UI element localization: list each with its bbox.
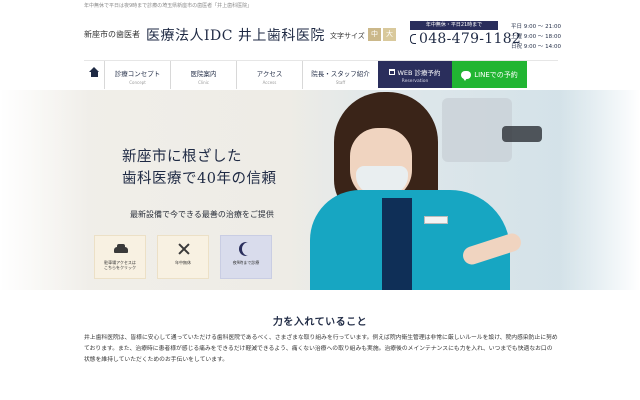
- phone-number-link[interactable]: 048-479-1182: [410, 31, 521, 47]
- photo-scrub-dark: [382, 198, 412, 290]
- top-info-bar: 年中無休で平日は夜9時まで診療の埼玉県新座市の歯医者「井上歯科医院」: [84, 3, 253, 9]
- nav-home[interactable]: [84, 61, 104, 89]
- nav-sublabel: Clinic: [198, 80, 209, 85]
- home-icon: [88, 67, 99, 79]
- feature-night-hours: 夜9時まで診療: [220, 235, 272, 279]
- nav-sublabel: Staff: [335, 80, 346, 85]
- moon-icon: [242, 242, 256, 256]
- nav-sublabel: Concept: [129, 80, 146, 85]
- hero-fade-left: [0, 90, 90, 290]
- hero-fade-right: [560, 90, 640, 290]
- clinic-logo-name[interactable]: 医療法人IDC 井上歯科医院: [146, 25, 325, 45]
- nav-item-clinic[interactable]: 医院案内 Clinic: [170, 61, 236, 89]
- calendar-icon: [389, 69, 396, 75]
- line-reservation-label: LINEでの予約: [474, 70, 518, 79]
- line-reservation-button[interactable]: LINEでの予約: [452, 61, 527, 88]
- nav-item-access[interactable]: アクセス Access: [236, 61, 302, 89]
- feature-open-all-year: 年中無休: [157, 235, 209, 279]
- phone-number: 048-479-1182: [419, 31, 522, 47]
- hours-weekday: 平日 9:00 ～ 21:00: [511, 24, 561, 30]
- font-size-medium-button[interactable]: 中: [368, 28, 381, 41]
- photo-namecard: [424, 216, 448, 224]
- feature-label: 夜9時まで診療: [232, 260, 260, 265]
- phone-icon: [410, 34, 416, 44]
- nav-label: 院長・スタッフ紹介: [311, 70, 370, 78]
- feature-label: こちらをクリック: [104, 265, 136, 270]
- section-title: 力を入れていること: [272, 317, 368, 328]
- hero-headline: 新座市に根ざした 歯科医療で40年の信頼: [122, 146, 276, 190]
- font-size-large-button[interactable]: 大: [383, 28, 396, 41]
- hours-holiday: 日祝 9:00 ～ 14:00: [511, 44, 561, 50]
- web-reservation-label-wrap: WEB 診療予約: [389, 67, 441, 77]
- section-body: 井上歯科医院は、皆様に安心して通っていただける歯科医院であるべく、さまざまな取り…: [84, 335, 558, 363]
- nav-label: アクセス: [256, 70, 283, 78]
- nav-item-staff[interactable]: 院長・スタッフ紹介 Staff: [302, 61, 378, 89]
- header-tagline: 新座市の歯医者: [84, 30, 140, 39]
- no-holiday-icon: [177, 242, 191, 256]
- feature-label: 年中無休: [175, 260, 191, 265]
- site-header: 新座市の歯医者 医療法人IDC 井上歯科医院 文字サイズ 中 大 年中無休・平日…: [0, 12, 640, 62]
- nav-sublabel: Access: [262, 80, 277, 85]
- car-icon: [114, 244, 128, 253]
- feature-parking-access[interactable]: 駐車場アクセスは こちらをクリック: [94, 235, 146, 279]
- web-reservation-label: WEB 診療予約: [397, 69, 441, 77]
- hours-badge: 年中無休・平日21時まで: [410, 21, 498, 30]
- hero-subheadline: 最新設備で今できる最善の治療をご提供: [130, 210, 274, 219]
- web-reservation-sublabel: Reservation: [401, 79, 429, 84]
- hero-banner: 新座市に根ざした 歯科医療で40年の信頼 最新設備で今できる最善の治療をご提供 …: [0, 90, 640, 290]
- web-reservation-button[interactable]: WEB 診療予約 Reservation: [378, 61, 452, 88]
- bg-equipment-2: [502, 126, 542, 142]
- nav-label: 医院案内: [190, 70, 217, 78]
- font-size-label: 文字サイズ: [330, 32, 365, 40]
- hero-headline-line2: 歯科医療で40年の信頼: [122, 171, 277, 187]
- main-nav: 診療コンセプト Concept 医院案内 Clinic アクセス Access …: [84, 60, 558, 89]
- opening-hours: 平日 9:00 ～ 21:00 土曜 9:00 ～ 18:00 日祝 9:00 …: [511, 22, 561, 52]
- nav-label: 診療コンセプト: [114, 70, 161, 78]
- nav-item-concept[interactable]: 診療コンセプト Concept: [104, 61, 170, 89]
- hero-photo-dental-staff: [292, 90, 582, 290]
- hero-headline-line1: 新座市に根ざした: [122, 149, 242, 165]
- line-chat-icon: [461, 70, 472, 81]
- hours-saturday: 土曜 9:00 ～ 18:00: [511, 34, 561, 40]
